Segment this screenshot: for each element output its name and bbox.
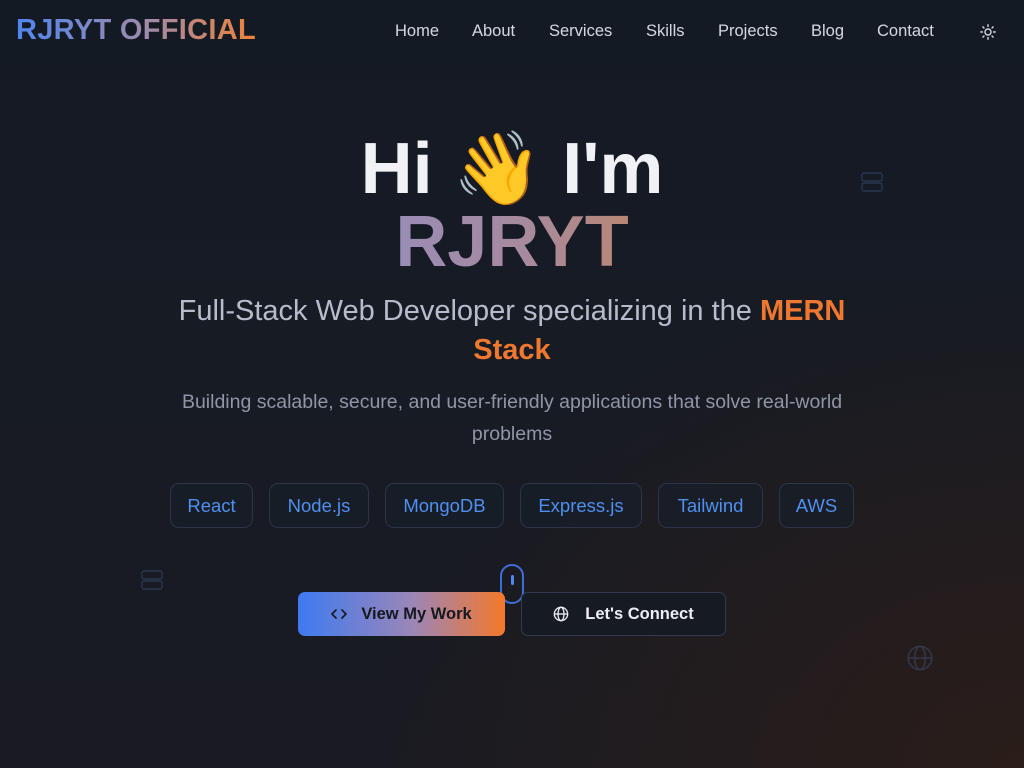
nav-projects[interactable]: Projects bbox=[718, 22, 778, 41]
tech-pill-mongodb: MongoDB bbox=[385, 483, 504, 528]
nav-services[interactable]: Services bbox=[549, 22, 612, 41]
nav-about[interactable]: About bbox=[472, 22, 515, 41]
tech-pill-tailwind: Tailwind bbox=[658, 483, 763, 528]
server-icon bbox=[141, 570, 163, 590]
hero-greeting: Hi 👋 I'm bbox=[0, 126, 1024, 211]
greeting-im: I'm bbox=[562, 129, 664, 209]
tech-pill-aws: AWS bbox=[779, 483, 854, 528]
waving-hand-icon: 👋 bbox=[452, 126, 543, 210]
view-my-work-button[interactable]: View My Work bbox=[298, 592, 505, 636]
sun-icon bbox=[980, 24, 996, 40]
greeting-hi: Hi bbox=[360, 129, 433, 209]
theme-toggle-button[interactable] bbox=[976, 20, 1000, 44]
tech-pill-expressjs: Express.js bbox=[520, 483, 642, 528]
globe-icon bbox=[907, 645, 933, 671]
nav-contact[interactable]: Contact bbox=[877, 22, 934, 41]
nav-blog[interactable]: Blog bbox=[811, 22, 844, 41]
code-icon bbox=[331, 609, 348, 619]
tech-pill-react: React bbox=[170, 483, 253, 528]
hero-subtitle: Full-Stack Web Developer specializing in… bbox=[178, 295, 846, 366]
navbar: RJRYT OFFICIAL Home About Services Skill… bbox=[0, 0, 1024, 64]
lets-connect-button[interactable]: Let's Connect bbox=[521, 592, 726, 636]
hero-description: Building scalable, secure, and user-frie… bbox=[181, 391, 843, 445]
hero-name: RJRYT bbox=[395, 202, 629, 282]
globe-icon bbox=[553, 606, 569, 622]
scroll-wheel-dot bbox=[511, 575, 514, 585]
nav-skills[interactable]: Skills bbox=[646, 22, 685, 41]
nav-home[interactable]: Home bbox=[395, 22, 439, 41]
nav-links: Home About Services Skills Projects Blog… bbox=[0, 22, 1024, 46]
tech-pill-nodejs: Node.js bbox=[269, 483, 369, 528]
